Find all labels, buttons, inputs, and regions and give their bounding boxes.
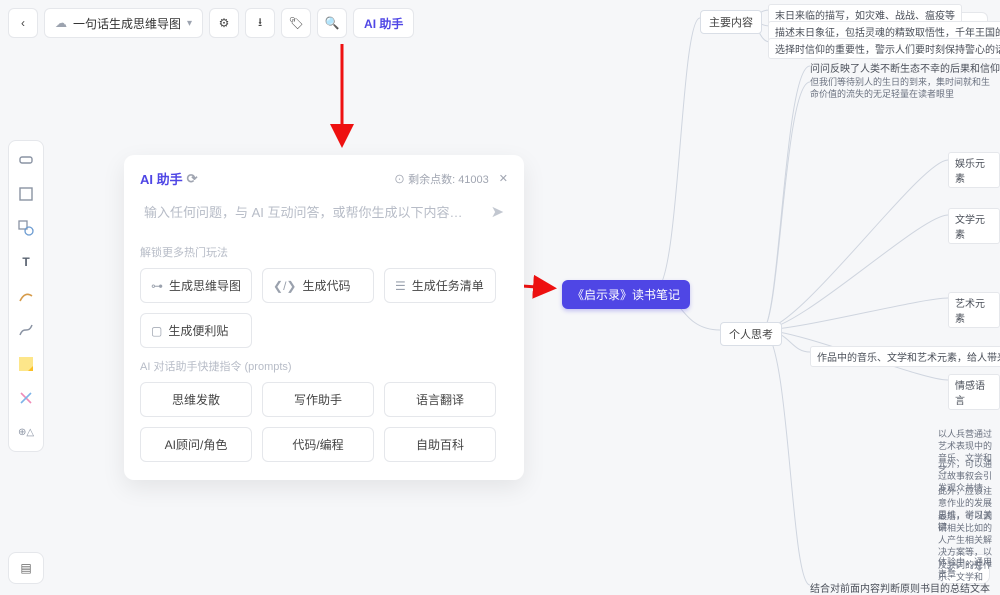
mindmap-icon: ⊶ (151, 279, 163, 293)
send-button[interactable]: ➤ (491, 202, 504, 222)
cloud-icon: ☁ (55, 16, 67, 30)
top-toolbar: ‹ ☁ 一句话生成思维导图 ▾ ⚙ ⭳ 🏷 🔍 AI 助手 (8, 8, 414, 38)
ai-panel-title: AI 助手 ⟳ (140, 169, 198, 188)
action-generate-sticky[interactable]: ▢生成便利贴 (140, 313, 252, 348)
tasklist-icon: ☰ (395, 279, 406, 293)
mindmap-blurb: 体验中，通用责章 (938, 556, 1000, 580)
ai-assistant-panel: AI 助手 ⟳ ⊙ 剩余点数: 41003 ✕ ➤ 解锁更多热门玩法 ⊶生成思维… (124, 155, 524, 480)
ai-assistant-link[interactable]: AI 助手 (353, 8, 414, 38)
mindmap-leaf[interactable]: 问问反映了人类不断生态不幸的后果和信仰的重要性 (810, 60, 1000, 75)
tag-button[interactable]: 🏷 (281, 8, 311, 38)
search-icon: 🔍 (325, 16, 340, 30)
tool-frame[interactable] (14, 181, 38, 207)
tool-connector[interactable] (14, 317, 38, 343)
tool-text[interactable]: T (14, 249, 38, 275)
action-generate-code[interactable]: ❮/❯生成代码 (262, 268, 374, 303)
mindmap-footer[interactable]: 结合对前面内容判断原则书目的总结文本 (810, 580, 990, 595)
chevron-left-icon: ‹ (21, 16, 25, 30)
export-button[interactable]: ⭳ (245, 8, 275, 38)
tool-pen[interactable] (14, 283, 38, 309)
mindmap-leaf[interactable]: 选择时信仰的重要性，警示人们要时刻保持警心的话题 (768, 38, 1000, 59)
points-remaining: ⊙ 剩余点数: 41003 (394, 171, 489, 187)
action-generate-tasklist[interactable]: ☰生成任务清单 (384, 268, 496, 303)
code-icon: ❮/❯ (273, 279, 296, 293)
chevron-down-icon: ▾ (187, 18, 192, 29)
doc-title: 一句话生成思维导图 (73, 15, 181, 32)
mindmap-leaf[interactable]: 但我们等待别人的生日的到来，集时间就和生命价值的流失的无足轻量在读者眼里 (810, 76, 990, 100)
doc-title-chip[interactable]: ☁ 一句话生成思维导图 ▾ (44, 8, 203, 38)
tool-more[interactable]: ⊕△ (14, 419, 38, 445)
close-button[interactable]: ✕ (499, 172, 508, 185)
mindmap-section-1[interactable]: 主要内容 (700, 10, 762, 34)
tool-cross[interactable] (14, 385, 38, 411)
tag-icon: 🏷 (288, 16, 303, 30)
prompt-wiki[interactable]: 自助百科 (384, 427, 496, 462)
tool-shape[interactable] (14, 215, 38, 241)
prompts-label: AI 对话助手快捷指令 (prompts) (140, 358, 508, 374)
prompt-translate[interactable]: 语言翻译 (384, 382, 496, 417)
mindmap-leaf[interactable]: 作品中的音乐、文学和艺术元素，给人带来惊险的感知感悟 (810, 346, 1000, 367)
tool-sticky[interactable] (14, 351, 38, 377)
tool-node[interactable] (14, 147, 38, 173)
annotation-arrow-1 (304, 40, 384, 150)
action-generate-mindmap[interactable]: ⊶生成思维导图 (140, 268, 252, 303)
hot-actions-label: 解锁更多热门玩法 (140, 244, 508, 260)
search-button[interactable]: 🔍 (317, 8, 347, 38)
mindmap-rightcol[interactable]: 娱乐元素 (948, 152, 1000, 188)
mindmap-rightcol[interactable]: 情感语言 (948, 374, 1000, 410)
ai-input-row: ➤ (140, 196, 508, 234)
left-tool-rail: T ⊕△ (8, 140, 44, 452)
download-icon: ⭳ (258, 13, 262, 34)
sticky-icon: ▢ (151, 324, 162, 338)
mindmap-root[interactable]: 《启示录》读书笔记 (562, 280, 690, 309)
prompt-role[interactable]: AI顾问/角色 (140, 427, 252, 462)
prompt-coding[interactable]: 代码/编程 (262, 427, 374, 462)
prompt-diverge[interactable]: 思维发散 (140, 382, 252, 417)
gear-icon: ⚙ (219, 16, 230, 30)
prompt-write[interactable]: 写作助手 (262, 382, 374, 417)
refresh-icon[interactable]: ⟳ (187, 171, 198, 187)
back-button[interactable]: ‹ (8, 8, 38, 38)
mindmap-section-2[interactable]: 个人思考 (720, 322, 782, 346)
mindmap-rightcol[interactable]: 文学元素 (948, 208, 1000, 244)
ai-prompt-input[interactable] (144, 205, 483, 220)
layers-button[interactable]: ▤ (8, 552, 44, 584)
layers-icon: ▤ (20, 561, 31, 575)
settings-button[interactable]: ⚙ (209, 8, 239, 38)
mindmap-rightcol[interactable]: 艺术元素 (948, 292, 1000, 328)
